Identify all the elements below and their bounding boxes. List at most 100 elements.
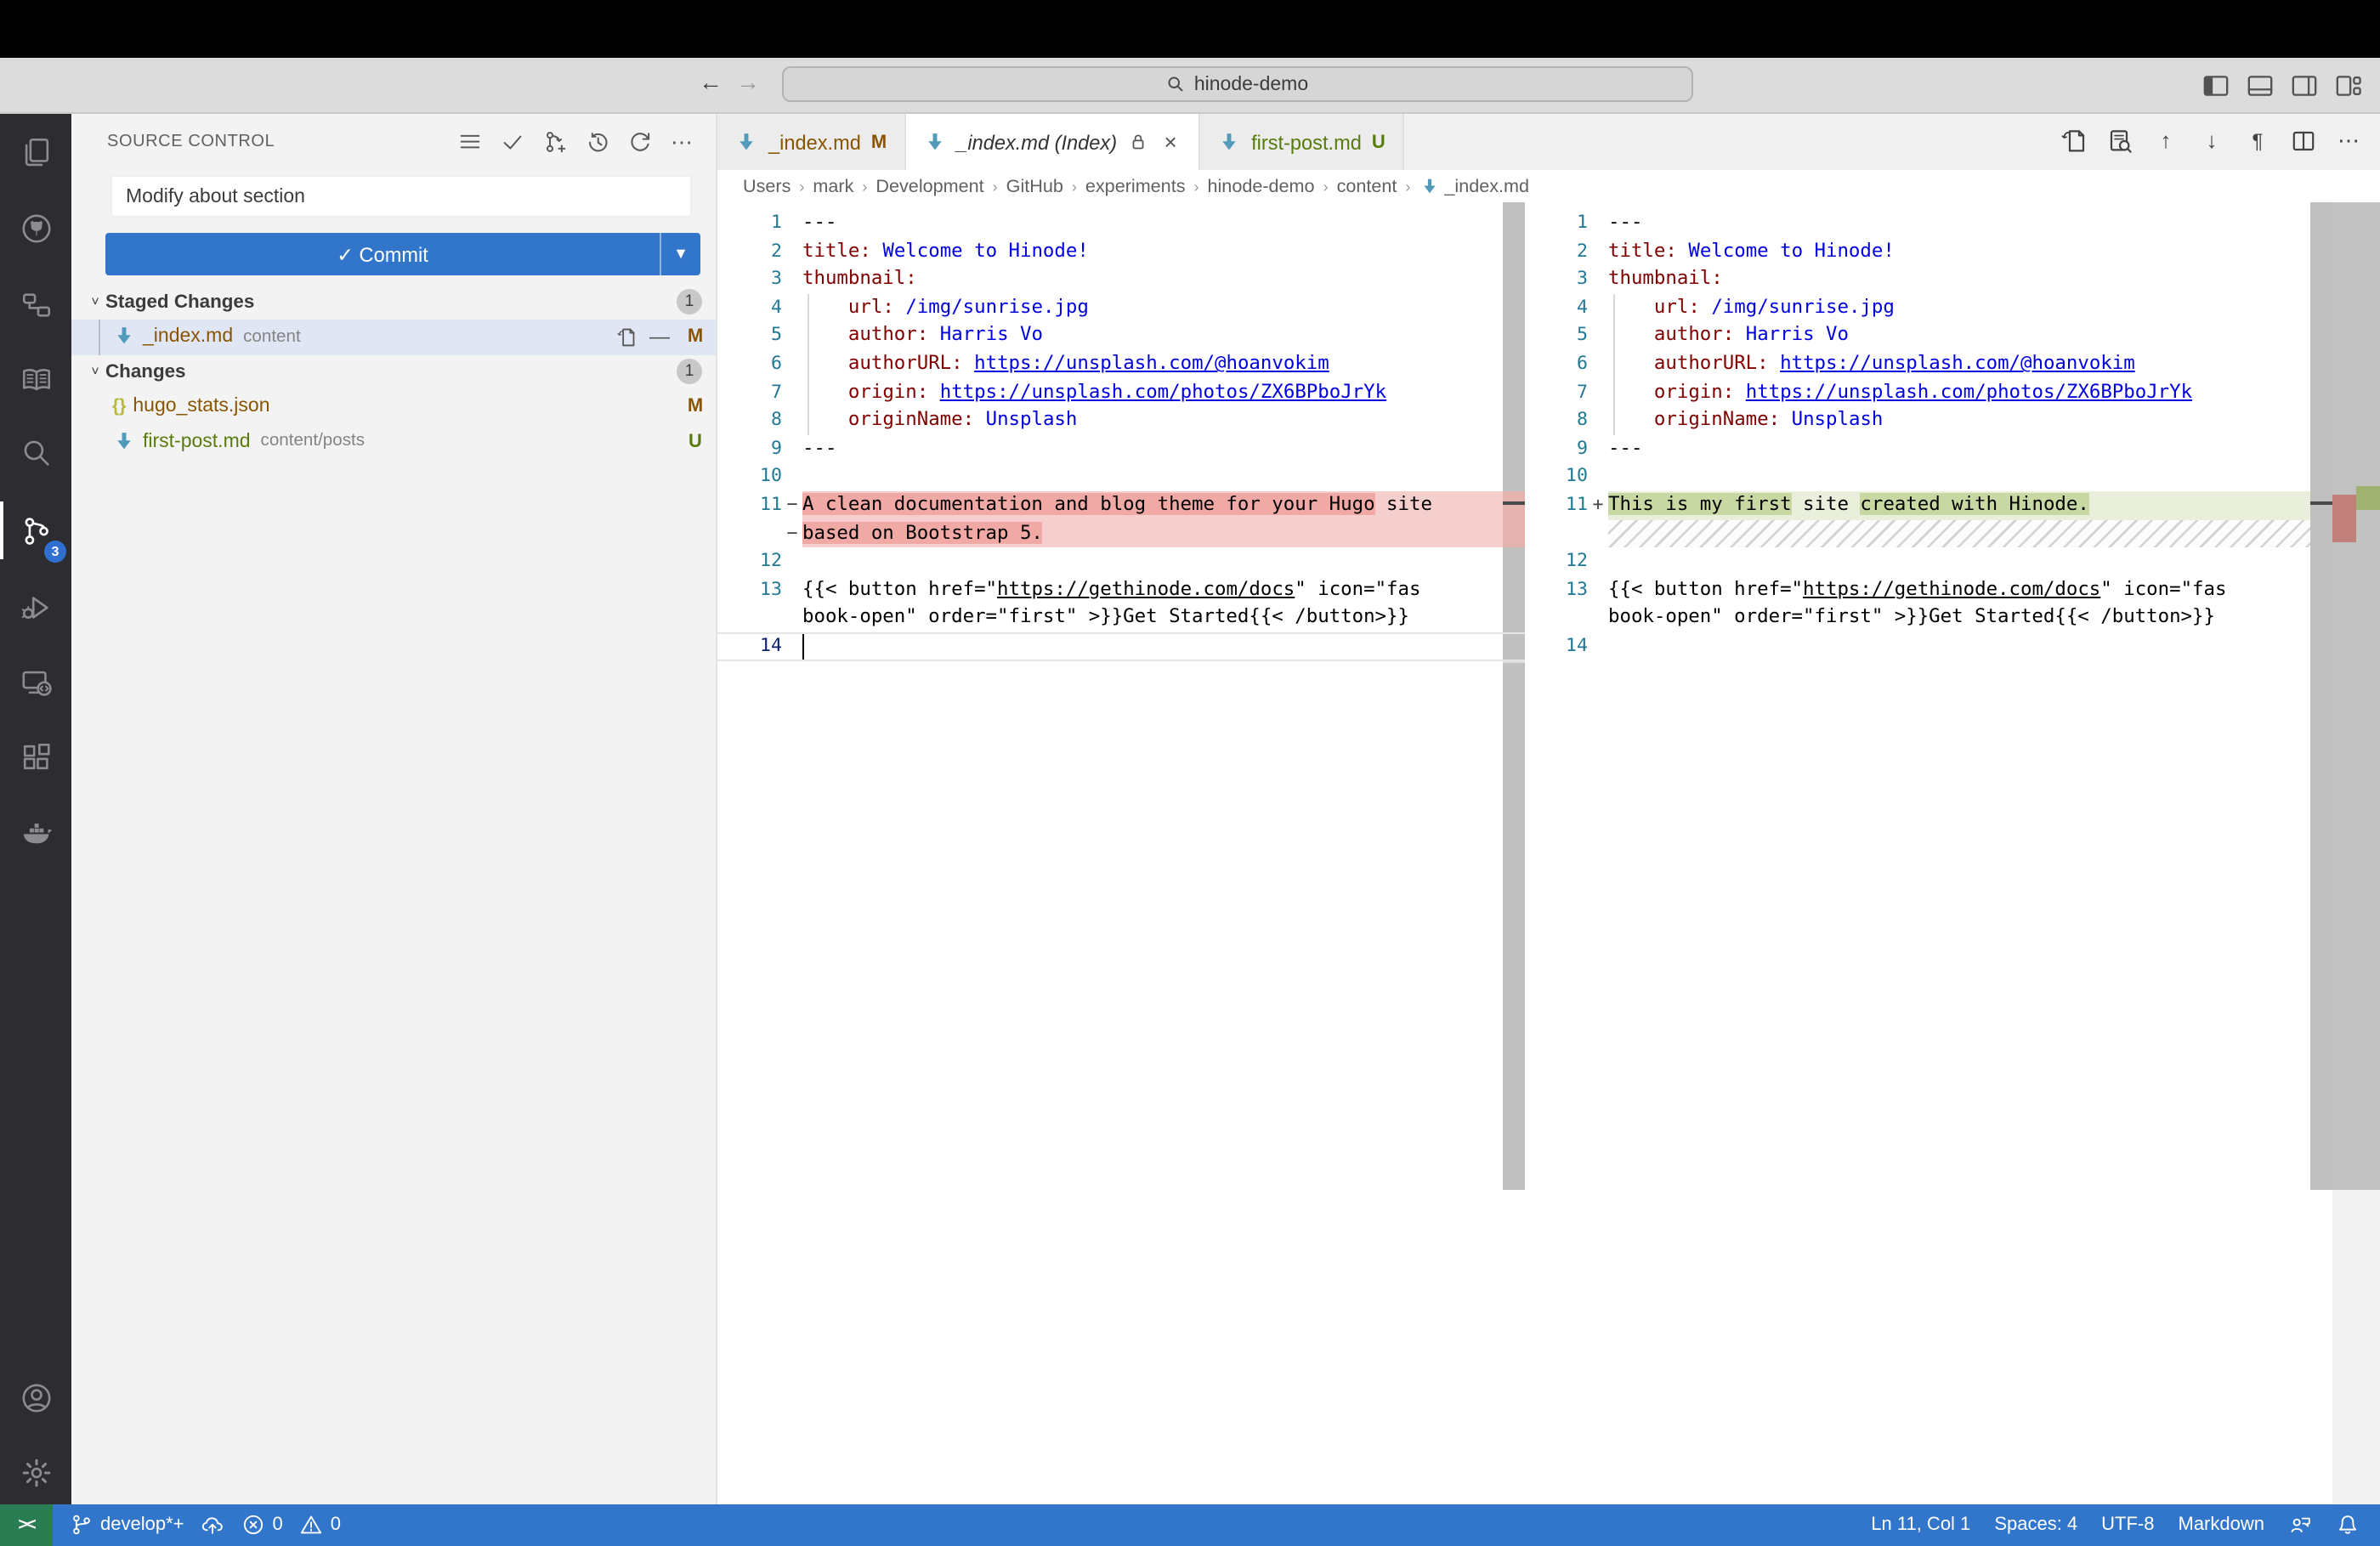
activity-item-source-control[interactable]: 3 — [0, 493, 71, 568]
code-line[interactable]: 7 origin: https://unsplash.com/photos/ZX… — [717, 378, 1503, 406]
code-line[interactable]: 3thumbnail: — [717, 265, 1503, 293]
section-header-changes[interactable]: ˅Changes1 — [71, 354, 716, 389]
status-branch[interactable]: develop*+ — [70, 1513, 184, 1537]
code-line[interactable]: 2title: Welcome to Hinode! — [717, 237, 1503, 265]
code-line[interactable] — [1530, 519, 2310, 547]
diff-overview-ruler[interactable] — [2332, 202, 2380, 1504]
status-markdown[interactable]: Markdown — [2179, 1515, 2265, 1535]
activity-item-remote-explorer[interactable] — [0, 644, 71, 719]
activity-item-docs-book[interactable] — [0, 342, 71, 416]
render-whitespace-icon[interactable]: ¶ — [2244, 127, 2271, 155]
code-line[interactable]: 14 — [1530, 632, 2310, 660]
diff-original-pane[interactable]: 1---2title: Welcome to Hinode!3thumbnail… — [717, 202, 1503, 1504]
previous-change-icon[interactable]: ↑ — [2152, 127, 2179, 155]
activity-item-github[interactable] — [0, 190, 71, 265]
layout-sidebar-left-icon[interactable] — [2202, 71, 2230, 99]
code-line[interactable]: 13{{< button href="https://gethinode.com… — [717, 575, 1503, 603]
more-icon[interactable]: ⋯ — [2336, 127, 2363, 155]
right-scrollbar[interactable] — [2310, 202, 2332, 1504]
code-line[interactable]: 2title: Welcome to Hinode! — [1530, 237, 2310, 265]
close-icon[interactable]: × — [1159, 131, 1182, 153]
activity-item-settings-gear[interactable] — [0, 1435, 71, 1509]
code-line[interactable]: 11−A clean documentation and blog theme … — [717, 491, 1503, 519]
code-line[interactable]: 3thumbnail: — [1530, 265, 2310, 293]
breadcrumb-item[interactable]: Users — [743, 176, 790, 196]
tab--index-md[interactable]: _index.mdM — [717, 114, 905, 170]
code-line[interactable]: 4 url: /img/sunrise.jpg — [1530, 294, 2310, 322]
code-line[interactable]: −based on Bootstrap 5. — [717, 519, 1503, 547]
activity-item-run-debug[interactable] — [0, 569, 71, 644]
breadcrumb-item[interactable]: experiments — [1085, 176, 1186, 196]
breadcrumb-item[interactable]: hinode-demo — [1208, 176, 1315, 196]
commit-dropdown-button[interactable]: ▼ — [660, 233, 700, 275]
activity-item-account[interactable] — [0, 1360, 71, 1435]
activity-item-explorer[interactable] — [0, 114, 71, 189]
code-line[interactable]: 6 authorURL: https://unsplash.com/@hoanv… — [1530, 350, 2310, 378]
code-line[interactable]: 4 url: /img/sunrise.jpg — [717, 294, 1503, 322]
breadcrumb[interactable]: Users›mark›Development›GitHub›experiment… — [717, 170, 2380, 202]
breadcrumb-item[interactable]: content — [1337, 176, 1397, 196]
scm-file-row[interactable]: _index.mdcontent—M — [71, 320, 716, 354]
status-error[interactable]: 0 — [242, 1513, 283, 1537]
create-branch-icon[interactable] — [542, 129, 568, 155]
commit-check-icon[interactable] — [500, 129, 525, 155]
code-line[interactable]: book-open" order="first" >}}Get Started{… — [717, 604, 1503, 632]
activity-item-connections[interactable] — [0, 267, 71, 342]
activity-item-docker[interactable] — [0, 794, 71, 869]
open-preview-icon[interactable] — [2106, 127, 2134, 155]
status-feedback[interactable] — [2288, 1513, 2312, 1537]
refresh-icon[interactable] — [627, 129, 653, 155]
open-file-icon[interactable] — [617, 326, 639, 348]
status-utf-8[interactable]: UTF-8 — [2101, 1515, 2154, 1535]
more-icon[interactable]: ⋯ — [670, 129, 695, 155]
remote-indicator[interactable]: >< — [0, 1504, 53, 1546]
status-warning[interactable]: 0 — [300, 1513, 341, 1537]
activity-item-search[interactable] — [0, 415, 71, 490]
code-line[interactable]: 13{{< button href="https://gethinode.com… — [1530, 575, 2310, 603]
diff-modified-pane[interactable]: 1---2title: Welcome to Hinode!3thumbnail… — [1530, 202, 2310, 1504]
code-line[interactable]: 1--- — [717, 209, 1503, 237]
layout-customize-icon[interactable] — [2334, 71, 2363, 99]
tab-first-post-md[interactable]: first-post.mdU — [1200, 114, 1404, 170]
status-spaces-4[interactable]: Spaces: 4 — [1994, 1515, 2077, 1535]
scm-file-row[interactable]: first-post.mdcontent/postsU — [71, 424, 716, 459]
code-line[interactable]: book-open" order="first" >}}Get Started{… — [1530, 604, 2310, 632]
history-icon[interactable] — [585, 129, 610, 155]
split-editor-icon[interactable] — [2290, 127, 2317, 155]
code-line[interactable]: 5 author: Harris Vo — [717, 322, 1503, 350]
status-cloud-upload[interactable] — [201, 1513, 225, 1537]
breadcrumb-item[interactable]: GitHub — [1006, 176, 1063, 196]
open-changes-icon[interactable] — [2060, 127, 2088, 155]
code-line[interactable]: 6 authorURL: https://unsplash.com/@hoanv… — [717, 350, 1503, 378]
breadcrumb-item[interactable]: mark — [813, 176, 853, 196]
view-as-list-icon[interactable] — [457, 129, 483, 155]
code-line[interactable]: 12 — [1530, 547, 2310, 575]
code-line[interactable]: 7 origin: https://unsplash.com/photos/ZX… — [1530, 378, 2310, 406]
status-ln-11-col-1[interactable]: Ln 11, Col 1 — [1871, 1515, 1970, 1535]
left-scrollbar[interactable] — [1503, 202, 1525, 1504]
commit-button[interactable]: ✓ Commit ▼ — [105, 233, 700, 275]
code-line[interactable]: 10 — [717, 463, 1503, 491]
code-line[interactable]: 9--- — [717, 435, 1503, 463]
breadcrumb-file[interactable]: _index.md — [1419, 176, 1529, 196]
history-forward-button[interactable]: → — [733, 67, 763, 94]
code-line[interactable]: 8 originName: Unsplash — [1530, 406, 2310, 434]
scm-file-row[interactable]: {}hugo_stats.jsonM — [71, 389, 716, 424]
code-line[interactable]: 12 — [717, 547, 1503, 575]
next-change-icon[interactable]: ↓ — [2198, 127, 2225, 155]
layout-panel-bottom-icon[interactable] — [2246, 71, 2275, 99]
code-line[interactable]: 5 author: Harris Vo — [1530, 322, 2310, 350]
code-line[interactable]: 11+This is my first site created with Hi… — [1530, 491, 2310, 519]
code-line[interactable]: 14 — [717, 632, 1503, 660]
breadcrumb-item[interactable]: Development — [876, 176, 983, 196]
code-line[interactable]: 8 originName: Unsplash — [717, 406, 1503, 434]
activity-item-extensions[interactable] — [0, 719, 71, 794]
code-line[interactable]: 1--- — [1530, 209, 2310, 237]
status-bell[interactable] — [2336, 1513, 2360, 1537]
tab--index-md-index-[interactable]: _index.md (Index)× — [905, 114, 1200, 170]
command-center-search[interactable]: hinode-demo — [782, 66, 1693, 102]
section-header-staged-changes[interactable]: ˅Staged Changes1 — [71, 285, 716, 320]
unstage-icon[interactable]: — — [649, 326, 672, 348]
layout-sidebar-right-icon[interactable] — [2290, 71, 2319, 99]
code-line[interactable]: 9--- — [1530, 435, 2310, 463]
